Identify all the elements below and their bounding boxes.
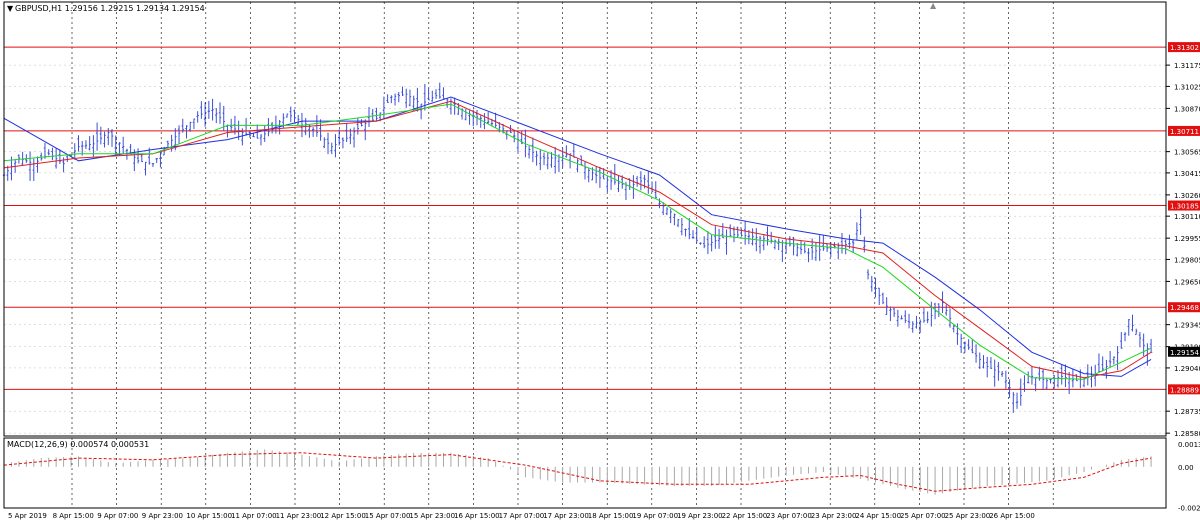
time-tick-label: 11 Apr 23:00 xyxy=(276,512,322,520)
level-tag-label: 1.31302 xyxy=(1170,44,1199,52)
time-tick-label: 25 Apr 23:00 xyxy=(945,512,991,520)
price-tick-label: 1.31175 xyxy=(1174,62,1200,70)
level-tag-label: 1.30185 xyxy=(1170,203,1199,211)
time-tick-label: 19 Apr 23:00 xyxy=(677,512,723,520)
time-tick-label: 19 Apr 07:00 xyxy=(632,512,678,520)
time-tick-label: 15 Apr 07:00 xyxy=(365,512,411,520)
price-tick-label: 1.28580 xyxy=(1174,430,1200,438)
time-tick-label: 17 Apr 23:00 xyxy=(543,512,589,520)
macd-tick-label: -0.002336 xyxy=(1178,505,1200,513)
time-tick-label: 17 Apr 07:00 xyxy=(499,512,545,520)
price-tick-label: 1.29805 xyxy=(1174,256,1200,264)
macd-tick-label: 0.00 xyxy=(1178,464,1194,472)
time-tick-label: 15 Apr 23:00 xyxy=(409,512,455,520)
chart-background xyxy=(0,0,1200,523)
time-tick-label: 8 Apr 15:00 xyxy=(53,512,94,520)
scroll-marker-icon[interactable]: ▲ xyxy=(930,1,937,10)
chart-expand-icon[interactable]: ▼ xyxy=(7,4,14,13)
time-tick-label: 11 Apr 07:00 xyxy=(231,512,277,520)
price-tick-label: 1.30110 xyxy=(1174,213,1200,221)
time-tick-label: 16 Apr 15:00 xyxy=(454,512,500,520)
chart-title: GBPUSD,H1 1.29156 1.29215 1.29134 1.2915… xyxy=(15,4,205,13)
price-tick-label: 1.29040 xyxy=(1174,365,1200,373)
chart-window: 1.31302 1.30711 1.30185 1.29468 1.28889 1.291… xyxy=(0,0,1200,523)
time-tick-label: 22 Apr 15:00 xyxy=(722,512,768,520)
time-tick-label: 10 Apr 15:00 xyxy=(186,512,232,520)
price-tick-label: 1.30260 xyxy=(1174,192,1200,200)
time-tick-label: 12 Apr 15:00 xyxy=(320,512,366,520)
time-tick-label: 9 Apr 23:00 xyxy=(142,512,183,520)
price-tick-label: 1.29190 xyxy=(1174,344,1200,352)
price-tick-label: 1.30565 xyxy=(1174,149,1200,157)
time-tick-label: 23 Apr 23:00 xyxy=(811,512,857,520)
macd-label: MACD(12,26,9) 0.000574 0.000531 xyxy=(7,440,149,449)
price-tick-label: 1.31025 xyxy=(1174,83,1200,91)
price-tick-label: 1.28735 xyxy=(1174,408,1200,416)
time-tick-label: 5 Apr 2019 xyxy=(8,512,47,520)
time-tick-label: 26 Apr 15:00 xyxy=(989,512,1035,520)
macd-tick-label: 0.001306 xyxy=(1178,441,1200,449)
price-tick-label: 1.29650 xyxy=(1174,278,1200,286)
time-tick-label: 25 Apr 07:00 xyxy=(900,512,946,520)
price-tick-label: 1.29345 xyxy=(1174,322,1200,330)
price-tick-label: 1.30415 xyxy=(1174,170,1200,178)
time-tick-label: 23 Apr 07:00 xyxy=(766,512,812,520)
level-tag-label: 1.28889 xyxy=(1170,386,1199,394)
time-tick-label: 18 Apr 15:00 xyxy=(588,512,634,520)
time-tick-label: 24 Apr 15:00 xyxy=(855,512,901,520)
price-tick-label: 1.30870 xyxy=(1174,105,1200,113)
level-tag-label: 1.29468 xyxy=(1170,304,1199,312)
price-tick-label: 1.29955 xyxy=(1174,235,1200,243)
time-tick-label: 9 Apr 07:00 xyxy=(97,512,138,520)
level-tag-label: 1.30711 xyxy=(1170,128,1199,136)
